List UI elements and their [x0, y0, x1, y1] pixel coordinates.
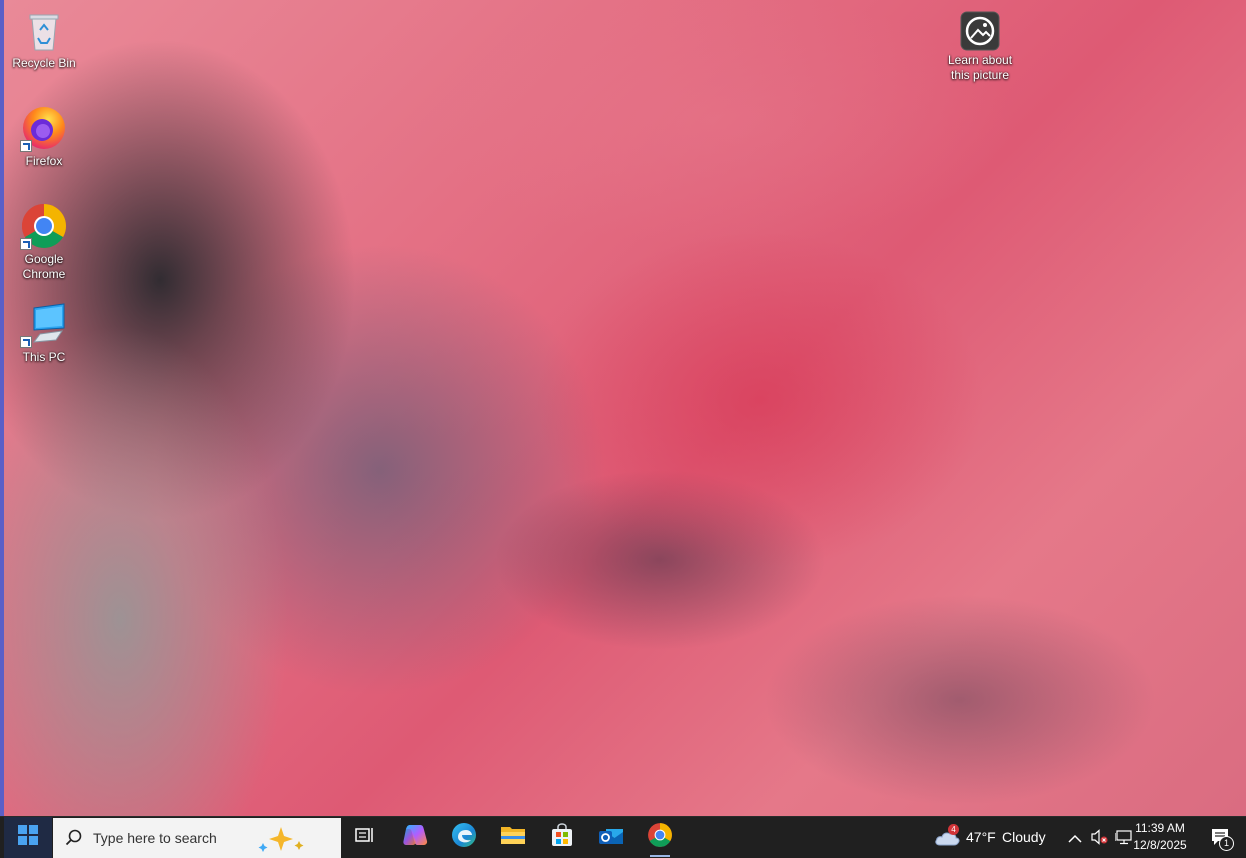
learn-about-picture-label: Learn about this picture: [947, 53, 1013, 82]
weather-widget[interactable]: 4 47°F Cloudy: [930, 817, 1050, 858]
copilot-icon: [402, 823, 428, 852]
clock-time: 11:39 AM: [1135, 821, 1185, 835]
edge-icon: [451, 822, 477, 853]
shortcut-arrow-icon: [20, 140, 32, 152]
clock-date: 12/8/2025: [1133, 838, 1187, 852]
search-placeholder: Type here to search: [93, 830, 217, 846]
chrome-taskbar-button[interactable]: [636, 817, 684, 858]
camera-icon: [960, 11, 1000, 51]
shortcut-arrow-icon: [20, 336, 32, 348]
recycle-bin-desktop-icon[interactable]: Recycle Bin: [5, 6, 83, 71]
weather-temperature: 47°F: [966, 829, 996, 845]
file-explorer-button[interactable]: [489, 817, 537, 858]
task-view-button[interactable]: [341, 817, 389, 858]
store-icon: [550, 823, 574, 852]
recycle-bin-label: Recycle Bin: [12, 56, 76, 70]
taskbar: Type here to search 4 47°F Cloudy 11:39 …: [0, 816, 1246, 858]
chrome-desktop-icon[interactable]: Google Chrome: [5, 202, 83, 282]
outlook-icon: [598, 823, 624, 852]
speaker-muted-icon[interactable]: [1090, 829, 1108, 850]
shortcut-arrow-icon: [20, 238, 32, 250]
search-icon: [65, 829, 83, 852]
firefox-icon: [20, 104, 68, 152]
weather-alert-badge: 4: [948, 824, 959, 835]
folder-icon: [500, 824, 526, 851]
weather-condition: Cloudy: [1002, 829, 1046, 845]
notifications-button[interactable]: 1: [1210, 827, 1234, 854]
desktop-wallpaper: Recycle Bin Firefox Google Chrome This P…: [0, 0, 1246, 858]
chrome-icon: [20, 202, 68, 250]
outlook-button[interactable]: [587, 817, 635, 858]
chrome-icon: [647, 822, 673, 853]
show-hidden-icons-chevron-up-icon[interactable]: [1068, 831, 1082, 849]
task-view-icon: [355, 826, 375, 849]
this-pc-desktop-icon[interactable]: This PC: [5, 300, 83, 365]
window-edge: [0, 0, 4, 858]
recycle-bin-icon: [20, 6, 68, 54]
computer-icon: [20, 300, 68, 348]
copilot-button[interactable]: [391, 817, 439, 858]
microsoft-store-button[interactable]: [538, 817, 586, 858]
this-pc-label: This PC: [22, 350, 66, 364]
firefox-desktop-icon[interactable]: Firefox: [5, 104, 83, 169]
firefox-label: Firefox: [25, 154, 63, 168]
learn-about-picture-desktop-icon[interactable]: Learn about this picture: [941, 11, 1019, 83]
chrome-label: Google Chrome: [22, 252, 66, 281]
windows-logo-icon: [18, 825, 38, 850]
clock[interactable]: 11:39 AM 12/8/2025: [1130, 820, 1190, 854]
start-button[interactable]: [4, 817, 52, 858]
search-box[interactable]: Type here to search: [53, 818, 341, 858]
notifications-count-badge: 1: [1219, 836, 1234, 851]
edge-button[interactable]: [440, 817, 488, 858]
